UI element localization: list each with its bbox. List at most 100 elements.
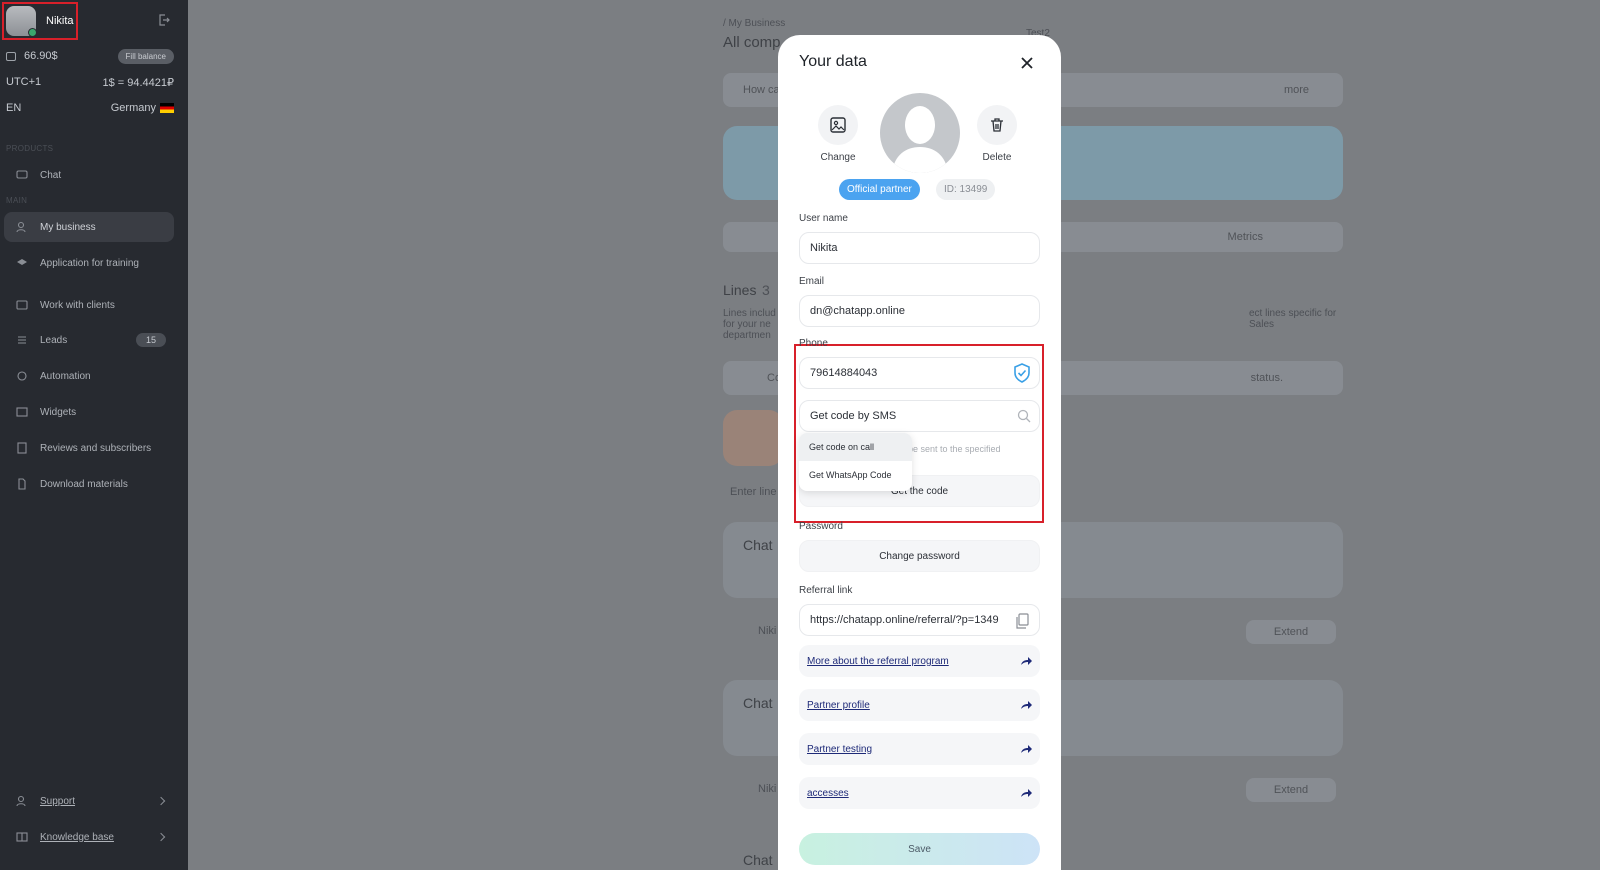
sidebar-item-label: Application for training bbox=[40, 257, 139, 269]
referral-link-field[interactable]: https://chatapp.online/referral/?p=1349 bbox=[799, 604, 1040, 636]
lines-count: 3 bbox=[762, 282, 770, 298]
user-id-badge: ID: 13499 bbox=[936, 179, 996, 200]
share-arrow-icon bbox=[1021, 701, 1032, 709]
link-partner-testing[interactable]: Partner testing bbox=[799, 733, 1040, 765]
link-label: More about the referral program bbox=[807, 655, 949, 667]
chevron-right-icon bbox=[156, 796, 166, 806]
sidebar-item-label: Support bbox=[40, 795, 76, 807]
banner-more-link[interactable]: more bbox=[1284, 84, 1309, 96]
banner-text: How ca bbox=[743, 84, 780, 96]
chat-card-title: Chat bbox=[743, 852, 773, 868]
code-hint-text: be sent to the specified bbox=[908, 444, 1001, 454]
section-main: MAIN bbox=[6, 196, 28, 205]
timezone[interactable]: UTC+1 bbox=[6, 76, 41, 89]
sidebar-item-download-materials[interactable]: Download materials bbox=[4, 469, 174, 499]
sidebar-item-label: Work with clients bbox=[40, 299, 115, 311]
support-icon bbox=[16, 795, 26, 807]
graduation-cap-icon bbox=[17, 259, 27, 265]
link-label: Partner profile bbox=[807, 699, 870, 711]
dropdown-option-whatsapp[interactable]: Get WhatsApp Code bbox=[799, 461, 912, 489]
line-owner: Niki bbox=[758, 625, 777, 637]
sidebar-item-leads[interactable]: Leads 15 bbox=[4, 325, 174, 355]
reviews-icon bbox=[17, 442, 27, 454]
logout-icon[interactable] bbox=[158, 14, 170, 26]
language[interactable]: EN bbox=[6, 102, 21, 114]
sidebar-item-knowledge-base[interactable]: Knowledge base bbox=[4, 822, 174, 852]
avatar bbox=[6, 6, 37, 37]
line-search-placeholder[interactable]: Enter line bbox=[730, 486, 776, 498]
line-owner: Niki bbox=[758, 783, 777, 795]
official-partner-badge: Official partner bbox=[839, 179, 920, 200]
exchange-rate: 1$ = 94.4421₽ bbox=[102, 77, 174, 89]
delete-photo-button[interactable] bbox=[977, 105, 1017, 145]
change-photo-label: Change bbox=[820, 152, 856, 163]
language-country-row: EN Germany bbox=[6, 102, 174, 114]
close-icon[interactable] bbox=[1019, 55, 1035, 71]
dropdown-option-call[interactable]: Get code on call bbox=[799, 433, 912, 461]
extend-button[interactable]: Extend bbox=[1246, 778, 1336, 802]
username-field[interactable]: Nikita bbox=[799, 232, 1040, 264]
user-name: Nikita bbox=[46, 15, 74, 27]
email-label: Email bbox=[799, 276, 825, 287]
phone-value: 79614884043 bbox=[810, 367, 878, 379]
link-accesses[interactable]: accesses bbox=[799, 777, 1040, 809]
your-data-modal: Your data Change Delete Official partner… bbox=[778, 35, 1061, 870]
code-method-value: Get code by SMS bbox=[810, 410, 897, 422]
breadcrumb: / My Business bbox=[723, 18, 786, 29]
clients-icon bbox=[16, 300, 28, 310]
delete-photo-label: Delete bbox=[982, 152, 1012, 163]
chat-card-title: Chat bbox=[743, 537, 773, 553]
status-text: status. bbox=[1250, 372, 1283, 384]
extend-button[interactable]: Extend bbox=[1246, 620, 1336, 644]
verified-shield-icon bbox=[1014, 363, 1030, 383]
timezone-rate-row: UTC+1 1$ = 94.4421₽ bbox=[6, 76, 174, 89]
username-label: User name bbox=[799, 213, 848, 224]
sidebar-item-work-with-clients[interactable]: Work with clients bbox=[4, 290, 174, 320]
share-arrow-icon bbox=[1021, 745, 1032, 753]
sidebar-item-reviews-and-subscribers[interactable]: Reviews and subscribers bbox=[4, 433, 174, 463]
code-method-dropdown: Get code on call Get WhatsApp Code bbox=[799, 433, 912, 491]
sidebar-item-application-for-training[interactable]: Application for training bbox=[4, 248, 174, 278]
orange-card[interactable] bbox=[723, 410, 783, 466]
sidebar-item-chat[interactable]: Chat bbox=[4, 160, 174, 190]
country-selector[interactable]: Germany bbox=[111, 102, 174, 114]
share-arrow-icon bbox=[1021, 789, 1032, 797]
lines-description-right: ect lines specific for Sales bbox=[1249, 308, 1337, 330]
sidebar-item-support[interactable]: Support bbox=[4, 786, 174, 816]
page-title: All comp bbox=[723, 34, 781, 51]
change-photo-button[interactable] bbox=[818, 105, 858, 145]
sidebar-item-label: Reviews and subscribers bbox=[40, 442, 152, 454]
link-partner-profile[interactable]: Partner profile bbox=[799, 689, 1040, 721]
phone-label: Phone bbox=[799, 338, 828, 349]
lines-title: Lines bbox=[723, 282, 757, 298]
referral-link-value: https://chatapp.online/referral/?p=1349 bbox=[810, 614, 999, 626]
share-arrow-icon bbox=[1021, 657, 1032, 665]
referral-label: Referral link bbox=[799, 585, 853, 596]
image-icon bbox=[830, 117, 846, 133]
link-referral-program[interactable]: More about the referral program bbox=[799, 645, 1040, 677]
fill-balance-button[interactable]: Fill balance bbox=[117, 48, 174, 64]
germany-flag-icon bbox=[160, 103, 174, 114]
user-profile-button[interactable]: Nikita bbox=[2, 2, 78, 40]
search-icon bbox=[1017, 409, 1031, 423]
phone-field[interactable]: 79614884043 bbox=[799, 357, 1040, 389]
download-icon bbox=[18, 478, 26, 490]
sidebar-item-label: My business bbox=[40, 221, 96, 233]
widgets-icon bbox=[16, 407, 28, 417]
save-button[interactable]: Save bbox=[799, 833, 1040, 865]
copy-icon[interactable] bbox=[1015, 613, 1029, 629]
email-field[interactable]: dn@chatapp.online bbox=[799, 295, 1040, 327]
sidebar-item-my-business[interactable]: My business bbox=[4, 212, 174, 242]
wallet-icon bbox=[6, 51, 16, 61]
sidebar-item-automation[interactable]: Automation bbox=[4, 361, 174, 391]
sidebar-item-label: Chat bbox=[40, 169, 62, 181]
change-password-button[interactable]: Change password bbox=[799, 540, 1040, 572]
sidebar-item-widgets[interactable]: Widgets bbox=[4, 397, 174, 427]
password-label: Password bbox=[799, 521, 843, 532]
code-method-select[interactable]: Get code by SMS bbox=[799, 400, 1040, 432]
sidebar: Nikita 66.90$ Fill balance UTC+1 1$ = 94… bbox=[0, 0, 188, 870]
tab-metrics[interactable]: Metrics bbox=[1228, 231, 1263, 243]
balance-value: 66.90$ bbox=[24, 50, 58, 62]
sidebar-item-label: Knowledge base bbox=[40, 831, 114, 843]
business-icon bbox=[16, 221, 26, 233]
